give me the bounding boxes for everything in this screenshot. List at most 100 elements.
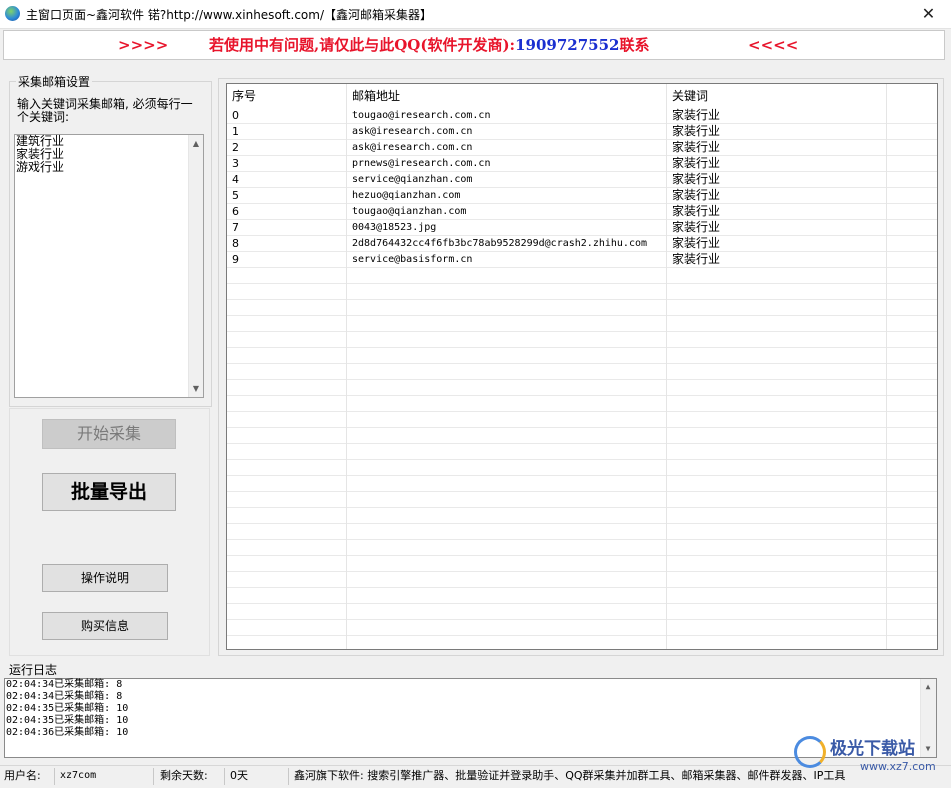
table-row [227,444,937,460]
cell-index [227,268,347,284]
table-row [227,492,937,508]
cell-email [347,492,667,508]
column-header-index[interactable]: 序号 [227,84,347,108]
cell-index [227,364,347,380]
cell-filler [887,508,937,524]
status-divider [288,768,289,785]
cell-keyword: 家装行业 [667,188,887,204]
cell-index [227,380,347,396]
cell-keyword: 家装行业 [667,124,887,140]
table-row[interactable]: 4 service@qianzhan.com 家装行业 [227,172,937,188]
table-row[interactable]: 0 tougao@iresearch.com.cn 家装行业 [227,108,937,124]
keyword-textarea[interactable]: 建筑行业 家装行业 游戏行业 ▲ ▼ [14,134,204,398]
status-divider [153,768,154,785]
cell-email [347,316,667,332]
keyword-scrollbar[interactable]: ▲ ▼ [188,135,203,397]
watermark-text: 极光下载站 [830,739,915,759]
window-title: 主窗口页面~鑫河软件 锘?http://www.xinhesoft.com/【鑫… [26,8,432,22]
cell-keyword [667,604,887,620]
support-banner: >>>> 若使用中有问题,请仅此与此QQ(软件开发商):1909727552联系… [3,30,945,60]
cell-index [227,284,347,300]
cell-filler [887,268,937,284]
cell-keyword [667,364,887,380]
table-row[interactable]: 3 prnews@iresearch.com.cn 家装行业 [227,156,937,172]
cell-index [227,316,347,332]
cell-index [227,476,347,492]
cell-filler [887,252,937,268]
column-header-email[interactable]: 邮箱地址 [347,84,667,108]
cell-index: 0 [227,108,347,124]
cell-email [347,284,667,300]
cell-email [347,524,667,540]
cell-email [347,332,667,348]
banner-message-suffix: 联系 [619,36,650,54]
cell-keyword [667,348,887,364]
cell-email [347,636,667,649]
cell-keyword [667,492,887,508]
cell-index [227,444,347,460]
cell-email: ask@iresearch.com.cn [347,140,667,156]
close-button[interactable]: ✕ [906,0,951,28]
start-collect-button[interactable]: 开始采集 [42,419,176,449]
cell-filler [887,412,937,428]
table-row [227,396,937,412]
cell-filler [887,636,937,649]
cell-keyword [667,380,887,396]
cell-keyword [667,476,887,492]
keyword-instruction: 输入关键词采集邮箱, 必须每行一个关键词: [17,97,193,124]
cell-keyword [667,316,887,332]
scroll-down-icon[interactable]: ▼ [189,382,203,395]
table-row [227,540,937,556]
title-bar: 主窗口页面~鑫河软件 锘?http://www.xinhesoft.com/【鑫… [0,0,951,29]
cell-email [347,460,667,476]
scroll-up-icon[interactable]: ▲ [189,137,203,150]
table-row[interactable]: 6 tougao@qianzhan.com 家装行业 [227,204,937,220]
table-row [227,300,937,316]
cell-email: hezuo@qianzhan.com [347,188,667,204]
table-row[interactable]: 1 ask@iresearch.com.cn 家装行业 [227,124,937,140]
cell-filler [887,348,937,364]
cell-index [227,300,347,316]
cell-filler [887,220,937,236]
table-row [227,460,937,476]
cell-index [227,636,347,649]
table-row[interactable]: 2 ask@iresearch.com.cn 家装行业 [227,140,937,156]
table-row[interactable]: 7 0043@18523.jpg 家装行业 [227,220,937,236]
table-row [227,348,937,364]
column-header-filler [887,84,937,108]
cell-filler [887,428,937,444]
scroll-up-icon[interactable]: ▲ [921,681,935,693]
cell-filler [887,172,937,188]
table-row [227,524,937,540]
results-table[interactable]: 序号 邮箱地址 关键词 0 tougao@iresearch.com.cn 家装行业… [226,83,938,650]
cell-keyword [667,268,887,284]
cell-filler [887,332,937,348]
column-header-keyword[interactable]: 关键词 [667,84,887,108]
cell-filler [887,588,937,604]
purchase-info-button[interactable]: 购买信息 [42,612,168,640]
cell-keyword [667,332,887,348]
table-row [227,316,937,332]
cell-filler [887,572,937,588]
cell-email [347,556,667,572]
cell-keyword: 家装行业 [667,108,887,124]
status-user-value: xz7com [60,770,97,781]
cell-keyword [667,524,887,540]
cell-index [227,572,347,588]
cell-email [347,268,667,284]
keyword-settings-title: 采集邮箱设置 [18,75,91,89]
cell-filler [887,380,937,396]
cell-keyword [667,620,887,636]
instructions-button[interactable]: 操作说明 [42,564,168,592]
table-row[interactable]: 8 2d8d764432cc4f6fb3bc78ab9528299d@crash2… [227,236,937,252]
cell-index: 1 [227,124,347,140]
cell-filler [887,124,937,140]
cell-email [347,428,667,444]
status-days-value: 0天 [230,769,248,782]
table-row[interactable]: 9 service@basisform.cn 家装行业 [227,252,937,268]
batch-export-button[interactable]: 批量导出 [42,473,176,511]
table-row[interactable]: 5 hezuo@qianzhan.com 家装行业 [227,188,937,204]
cell-email [347,476,667,492]
cell-keyword [667,540,887,556]
status-divider [224,768,225,785]
